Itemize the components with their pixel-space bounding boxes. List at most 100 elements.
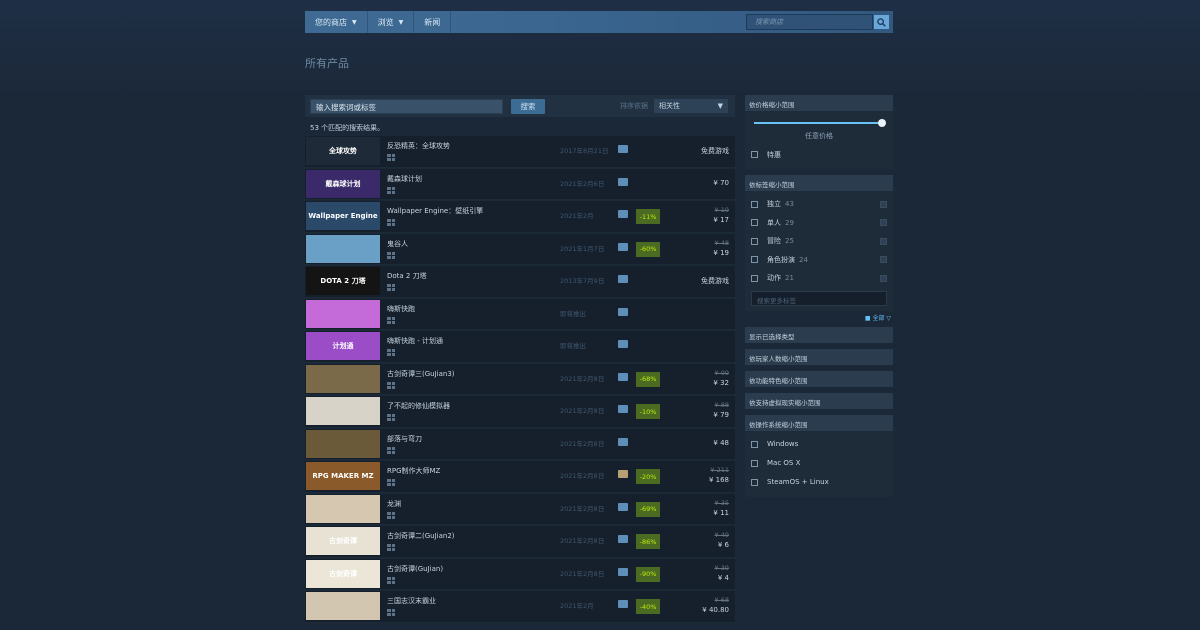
final-price: ¥ 32 [713, 378, 729, 387]
search-term-input[interactable]: 输入搜索词或标签 [310, 98, 503, 114]
release-date: 2021年1月7日 [560, 244, 605, 253]
review-summary-icon [618, 177, 628, 186]
original-price: ¥ 48 [714, 238, 729, 247]
exclude-tag-icon[interactable] [880, 274, 887, 282]
tag-filter-row[interactable]: 单人 29 [751, 214, 887, 233]
tag-filter-title[interactable]: 依标签缩小范围 [745, 175, 893, 191]
search-icon [877, 17, 886, 27]
special-offer-checkbox[interactable]: 特惠 [751, 145, 887, 164]
game-title: 古剑奇谭(GuJian) [387, 564, 444, 573]
original-price: ¥ 49 [714, 531, 729, 539]
result-row[interactable]: 三国志汉末霸业 2021年2月 -40% ¥ 68 ¥ 40.80 [305, 591, 735, 623]
result-row[interactable]: DOTA 2 刀塔 Dota 2 刀塔 2013年7月9日 免费游戏 [305, 266, 735, 298]
review-summary-icon [618, 437, 628, 446]
result-row[interactable]: 全球攻势 反恐精英：全球攻势 2017年8月21日 免费游戏 [305, 136, 735, 168]
checkbox-icon [751, 478, 758, 486]
tag-filter-row[interactable]: 角色扮演 24 [751, 251, 887, 270]
result-row[interactable]: Wallpaper Engine Wallpaper Engine：壁纸引擎 202… [305, 201, 735, 233]
tag-search-input[interactable]: 搜索更多标签 [751, 290, 887, 306]
tag-filter-row[interactable]: 冒险 25 [751, 232, 887, 251]
tag-filter-row[interactable]: 动作 21 [751, 269, 887, 288]
game-capsule-image: RPG MAKER MZ [306, 462, 380, 490]
game-title: 反恐精英：全球攻势 [387, 142, 450, 150]
tag-label: 动作 [767, 274, 781, 283]
game-capsule-image [306, 592, 380, 620]
windows-icon [387, 219, 395, 226]
os-checkbox[interactable]: Mac OS X [751, 454, 887, 473]
filter-section-header[interactable]: 显示已选择类型 [745, 326, 893, 343]
review-summary-icon [618, 535, 628, 543]
nav-item-news[interactable]: 新闻 [414, 11, 452, 33]
price-filter-title[interactable]: 依价格缩小范围 [745, 95, 893, 111]
price-block: ¥ 19 ¥ 17 [713, 206, 729, 225]
search-submit-button[interactable]: 搜索 [511, 98, 545, 114]
final-price: ¥ 6 [717, 541, 729, 549]
game-capsule-image: Wallpaper Engine [306, 202, 380, 230]
capsule-text: 古剑奇谭 [329, 569, 357, 578]
filter-section-header[interactable]: 依玩家人数缩小范围 [745, 348, 893, 365]
checkbox-label: Mac OS X [767, 459, 801, 467]
result-row[interactable]: 古剑奇谭 古剑奇谭二(GuJian2) 2021年2月8日 -86% ¥ 49 ¥ 6 [305, 526, 735, 558]
exclude-tag-icon[interactable] [880, 237, 887, 245]
result-count: 53 个匹配的搜索结果。 [310, 124, 385, 132]
review-summary-icon [618, 145, 628, 153]
review-summary-icon [618, 405, 628, 413]
exclude-tag-icon[interactable] [880, 219, 887, 227]
capsule-text: 戴森球计划 [325, 179, 361, 188]
price-block: ¥ 99 ¥ 32 [713, 369, 729, 388]
exclude-tag-icon[interactable] [880, 256, 887, 264]
result-row[interactable]: 古剑奇谭三(GuJian3) 2021年2月8日 -68% ¥ 99 ¥ 32 [305, 363, 735, 395]
discount-badge: -20% [636, 469, 660, 484]
result-row[interactable]: 部落与弯刀 2021年2月8日 ¥ 48 [305, 428, 735, 460]
sort-dropdown[interactable]: 相关性 ▼ [654, 99, 728, 113]
windows-icon [387, 576, 395, 584]
filter-section-header[interactable]: 依支持虚拟现实缩小范围 [745, 392, 893, 409]
game-title: Dota 2 刀塔 [387, 272, 427, 280]
page-title: 所有产品 [305, 57, 349, 70]
nav-item-browse[interactable]: 浏览 ▼ [368, 11, 415, 33]
filter-section-header[interactable]: 依功能特色缩小范围 [745, 370, 893, 387]
price-slider-handle[interactable] [878, 119, 886, 127]
result-row[interactable]: 嗨斯快跑 即将推出 [305, 298, 735, 330]
result-row[interactable]: 戴森球计划 戴森球计划 2021年2月6日 ¥ 70 [305, 168, 735, 200]
sort-value: 相关性 [659, 102, 680, 110]
search-button[interactable] [873, 14, 890, 30]
game-capsule-image: 计划通 [306, 332, 380, 360]
exclude-tag-icon[interactable] [880, 200, 887, 208]
result-row[interactable]: 计划通 嗨斯快跑 - 计划通 即将推出 [305, 331, 735, 363]
result-row[interactable]: 古剑奇谭 古剑奇谭(GuJian) 2021年2月8日 -90% ¥ 39 ¥ 4 [305, 558, 735, 590]
checkbox-icon [751, 151, 758, 158]
release-date: 2021年2月6日 [560, 179, 605, 188]
review-summary-icon [618, 210, 628, 218]
nav-item-your-store[interactable]: 您的商店 ▼ [305, 11, 368, 33]
store-nav: 您的商店 ▼ 浏览 ▼ 新闻 搜索商店 [305, 11, 893, 33]
result-row[interactable]: 了不起的修仙模拟器 2021年2月8日 -10% ¥ 88 ¥ 79 [305, 396, 735, 428]
original-price: ¥ 88 [714, 401, 729, 409]
final-price: ¥ 168 [708, 476, 729, 484]
windows-icon [387, 154, 395, 161]
os-filter-title[interactable]: 依操作系统缩小范围 [745, 414, 893, 431]
original-price: ¥ 211 [710, 466, 729, 474]
price-block: ¥ 49 ¥ 6 [715, 531, 729, 550]
checkbox-icon [751, 237, 758, 245]
result-row[interactable]: RPG MAKER MZ RPG制作大师MZ 2021年2月8日 -20% ¥ 211 ¥… [305, 461, 735, 493]
store-search-input[interactable]: 搜索商店 [746, 14, 873, 30]
tag-count: 21 [785, 274, 794, 283]
windows-icon [387, 381, 395, 389]
tag-filter-row[interactable]: 独立 43 [751, 195, 887, 214]
game-title: 嗨斯快跑 [387, 304, 415, 313]
price-block: ¥ 35 ¥ 11 [713, 499, 729, 518]
discount-badge: -11% [636, 209, 660, 224]
game-title: 部落与弯刀 [387, 434, 422, 443]
release-date: 2021年2月8日 [560, 569, 605, 578]
game-title: 嗨斯快跑 - 计划通 [387, 337, 443, 345]
os-checkbox[interactable]: SteamOS + Linux [751, 473, 887, 492]
result-row[interactable]: 龙渊 2021年2月8日 -69% ¥ 35 ¥ 11 [305, 493, 735, 525]
price-slider[interactable] [754, 119, 886, 127]
os-checkbox[interactable]: Windows [751, 435, 887, 454]
result-row[interactable]: 鬼谷人 2021年1月7日 -60% ¥ 48 ¥ 19 [305, 233, 735, 265]
tag-label: 独立 [767, 200, 781, 209]
checkbox-icon [751, 256, 758, 264]
tag-label: 冒险 [767, 237, 781, 246]
see-all-tags-link[interactable]: ■ 全部 ▽ [745, 313, 891, 322]
